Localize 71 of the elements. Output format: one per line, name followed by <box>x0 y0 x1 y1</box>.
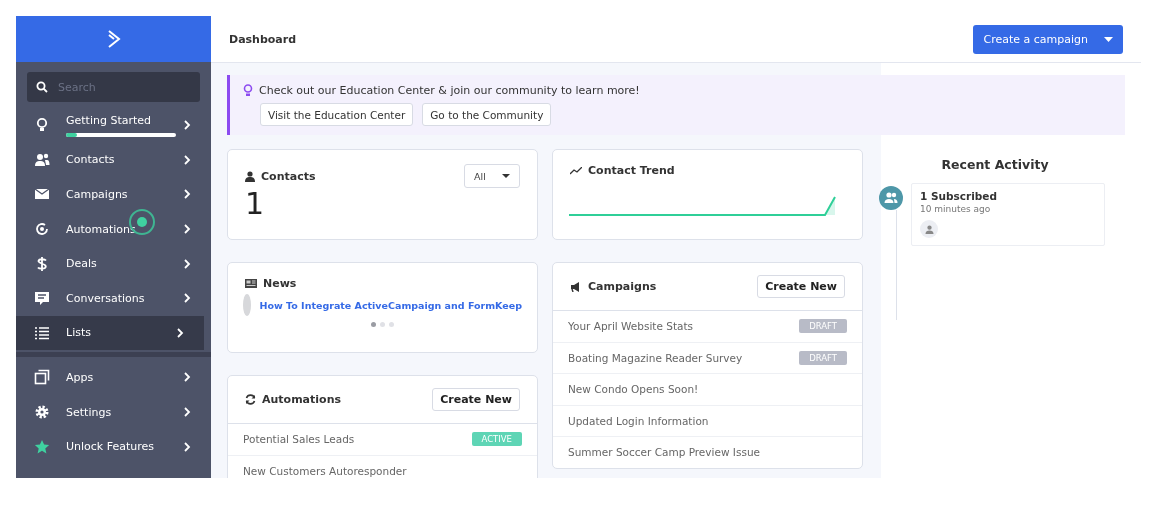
search-field[interactable]: Search <box>27 72 200 102</box>
section-title: Recent Activity <box>940 157 1050 172</box>
chevron-icon <box>183 406 191 419</box>
activity-title: 1 Subscribed <box>920 190 998 202</box>
status-tag: ACTIVE <box>471 432 522 447</box>
newspaper-icon <box>245 279 257 288</box>
sidebar-item[interactable]: Apps <box>16 360 211 395</box>
sidebar-item[interactable]: Automations <box>16 211 211 247</box>
chevron-icon <box>183 440 191 453</box>
chevron-icon <box>183 223 191 236</box>
chevron-icon <box>183 119 191 132</box>
filter-dropdown[interactable]: All <box>464 164 520 188</box>
page-title: Dashboard <box>229 32 297 46</box>
news-link[interactable]: How To Integrate ActiveCampaign and FormKeep <box>259 299 522 311</box>
star-icon <box>34 438 50 455</box>
gear-icon <box>34 404 50 421</box>
pager-dot[interactable] <box>389 322 394 327</box>
pager-dot[interactable] <box>371 322 376 327</box>
trend-line-icon <box>570 166 582 175</box>
caret-icon <box>502 174 510 178</box>
banner-text: Check out our Education Center & join our community to learn more! <box>259 84 640 97</box>
sidebar-item[interactable]: Settings <box>16 394 211 430</box>
list-row-title[interactable]: Your April Website Stats <box>568 320 694 333</box>
list-row-title[interactable]: Boating Magazine Reader Survey <box>568 351 743 364</box>
card-title: Automations <box>262 393 341 406</box>
sidebar-item[interactable]: Conversations <box>16 280 211 316</box>
sidebar-item[interactable]: Lists <box>16 315 204 351</box>
status-tag: DRAFT <box>799 319 847 334</box>
avatar-placeholder <box>243 294 251 316</box>
megaphone-icon <box>570 281 582 292</box>
list-row-title[interactable]: New Customers Autoresponder <box>243 464 407 477</box>
chevron-icon <box>183 257 191 270</box>
list-icon <box>34 324 50 341</box>
activity-time: 10 minutes ago <box>920 204 992 214</box>
windows-icon <box>34 369 50 386</box>
card-title: Campaigns <box>588 280 657 293</box>
chevron-icon <box>183 188 191 201</box>
contacts-count: 1 <box>244 186 266 221</box>
create-campaign-button[interactable]: Create a campaign <box>973 24 1123 54</box>
contacts-icon <box>34 151 50 168</box>
chat-icon <box>34 290 50 307</box>
caret-icon <box>1104 36 1113 42</box>
sidebar-item[interactable]: Deals <box>16 246 211 281</box>
chevron-icon <box>183 371 191 384</box>
create-new-button[interactable]: Create New <box>757 275 845 298</box>
person-icon <box>245 170 255 182</box>
create-new-button[interactable]: Create New <box>432 388 520 411</box>
card-title: News <box>263 277 297 290</box>
person-icon <box>924 224 934 234</box>
banner-button[interactable]: Go to the Community <box>422 103 552 126</box>
card-title: Contact Trend <box>588 164 675 177</box>
refresh-icon <box>245 394 256 405</box>
list-row-title[interactable]: New Condo Opens Soon! <box>568 383 699 396</box>
pager-dot[interactable] <box>380 322 385 327</box>
card-title: Contacts <box>261 169 316 183</box>
banner-button[interactable]: Visit the Education Center <box>260 103 414 126</box>
list-row-title[interactable]: Updated Login Information <box>568 414 709 427</box>
sidebar-item[interactable]: Campaigns <box>16 177 211 212</box>
status-tag: DRAFT <box>799 350 847 365</box>
people-icon <box>879 186 903 210</box>
chevron-icon <box>176 326 184 339</box>
sidebar-item[interactable]: Unlock Features <box>16 429 211 464</box>
lightbulb-icon <box>34 117 50 134</box>
sidebar-item[interactable]: Contacts <box>16 142 211 178</box>
list-row-title[interactable]: Summer Soccer Camp Preview Issue <box>568 446 760 459</box>
sidebar-item[interactable]: Getting Started <box>16 108 211 143</box>
chevron-icon <box>183 292 191 305</box>
list-row-title[interactable]: Potential Sales Leads <box>243 433 355 446</box>
automation-icon <box>34 221 50 238</box>
chevron-icon <box>183 153 191 166</box>
lightbulb-icon <box>243 84 253 97</box>
